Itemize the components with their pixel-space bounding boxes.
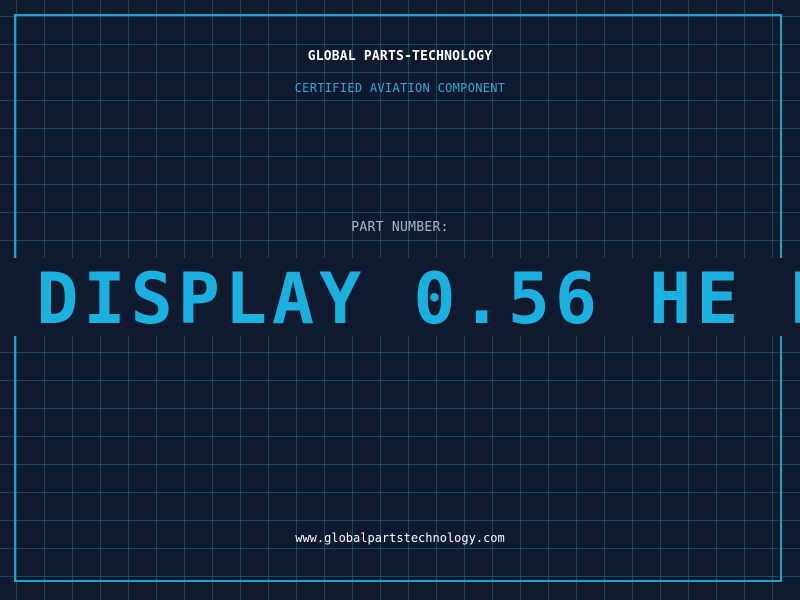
- website-url[interactable]: www.globalpartstechnology.com: [0, 531, 800, 545]
- company-name: GLOBAL PARTS-TECHNOLOGY: [307, 49, 493, 64]
- part-number-ticker: D DISPLAY 0.56 HE R: [36, 258, 800, 336]
- part-number-label: PART NUMBER:: [351, 220, 449, 235]
- part-number-band: D DISPLAY 0.56 HE R: [0, 258, 800, 336]
- certification-subtitle: CERTIFIED AVIATION COMPONENT: [294, 81, 506, 95]
- background-grid: GLOBAL PARTS-TECHNOLOGY CERTIFIED AVIATI…: [0, 0, 800, 600]
